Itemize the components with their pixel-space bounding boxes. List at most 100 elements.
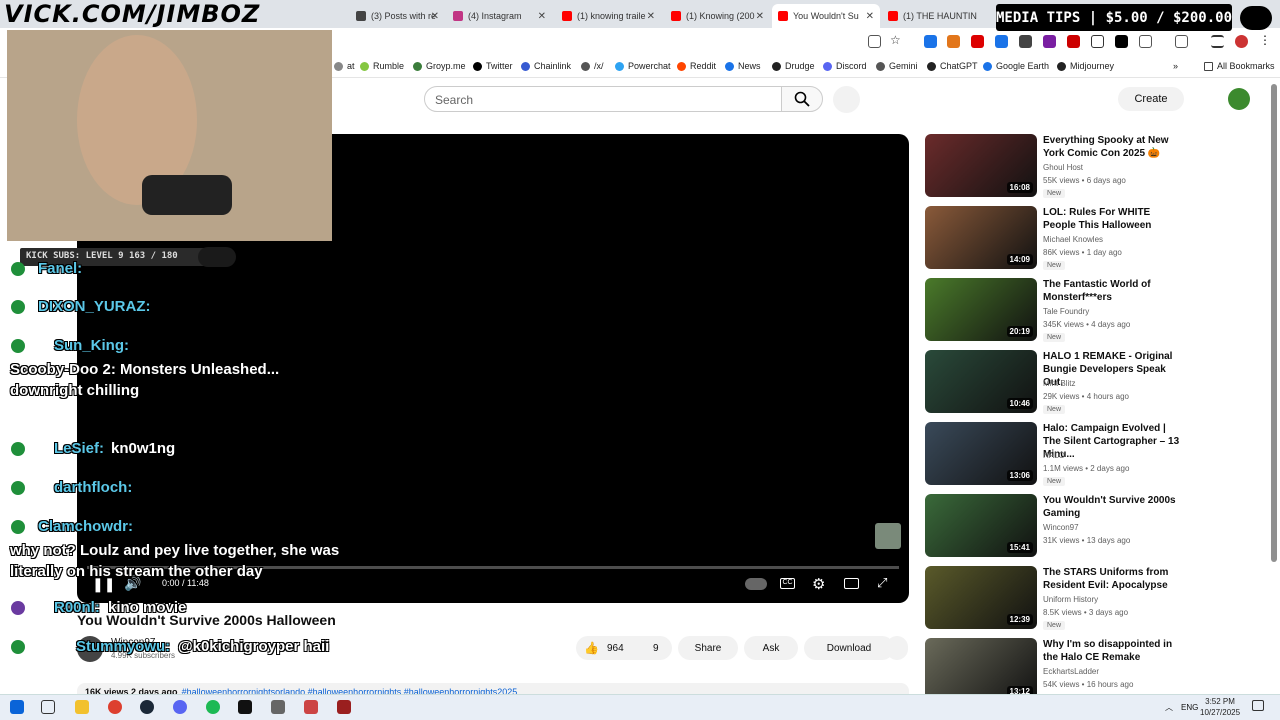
recommended-video[interactable]: 20:19 The Fantastic World of Monsterf***… bbox=[925, 278, 1185, 342]
video-thumbnail[interactable]: 13:12 bbox=[925, 638, 1037, 701]
extension-icon[interactable] bbox=[924, 35, 937, 48]
bookmark-13[interactable]: Google Earth bbox=[983, 61, 1049, 71]
adblock-icon[interactable] bbox=[971, 35, 984, 48]
close-tab-icon[interactable]: ✕ bbox=[538, 11, 546, 22]
share-button[interactable]: Share bbox=[678, 636, 738, 660]
metamask-icon[interactable] bbox=[947, 35, 960, 48]
close-tab-icon[interactable]: ✕ bbox=[866, 11, 874, 22]
bookmark-7[interactable]: Reddit bbox=[677, 61, 716, 71]
scrollbar[interactable] bbox=[1271, 84, 1277, 562]
start-icon[interactable] bbox=[10, 700, 24, 714]
terminal-icon[interactable] bbox=[238, 700, 252, 714]
all-bookmarks[interactable]: All Bookmarks bbox=[1204, 61, 1275, 71]
create-button[interactable]: Create bbox=[1118, 87, 1184, 111]
system-clock[interactable]: 3:52 PM 10/27/2025 bbox=[1200, 696, 1240, 718]
bookmark-11[interactable]: Gemini bbox=[876, 61, 918, 71]
extension-icon[interactable] bbox=[995, 35, 1008, 48]
ask-button[interactable]: Ask bbox=[744, 636, 798, 660]
close-tab-icon[interactable]: ✕ bbox=[431, 11, 439, 22]
tab-knowing-trailer[interactable]: (1) knowing traile ✕ bbox=[556, 4, 661, 28]
bookmark-6[interactable]: Powerchat bbox=[615, 61, 671, 71]
tray-chevron-icon[interactable]: ︿ bbox=[1165, 702, 1173, 713]
video-thumbnail[interactable]: 14:09 bbox=[925, 206, 1037, 269]
recommended-channel[interactable]: Tale Foundry bbox=[1043, 307, 1089, 316]
bookmark-2[interactable]: Groyp.me bbox=[413, 61, 466, 71]
recommended-video[interactable]: 12:39 The STARS Uniforms from Resident E… bbox=[925, 566, 1185, 630]
sidepanel-icon[interactable] bbox=[1175, 35, 1188, 48]
video-thumbnail[interactable]: 15:41 bbox=[925, 494, 1037, 557]
tab-haunting[interactable]: (1) THE HAUNTIN bbox=[882, 4, 987, 28]
more-bookmarks-icon[interactable]: » bbox=[1173, 61, 1178, 71]
video-thumbnail[interactable]: 10:46 bbox=[925, 350, 1037, 413]
recommended-video[interactable]: 10:46 HALO 1 REMAKE - Original Bungie De… bbox=[925, 350, 1185, 414]
recommended-video[interactable]: 13:06 Halo: Campaign Evolved | The Silen… bbox=[925, 422, 1185, 486]
recommended-channel[interactable]: Mint Blitz bbox=[1043, 379, 1075, 388]
tab-active-video[interactable]: You Wouldn't Su ✕ bbox=[772, 4, 880, 28]
bookmark-3[interactable]: Twitter bbox=[473, 61, 513, 71]
voice-search-button[interactable] bbox=[833, 86, 860, 113]
spotify-icon[interactable] bbox=[206, 700, 220, 714]
video-thumbnail[interactable]: 20:19 bbox=[925, 278, 1037, 341]
extension-icon[interactable] bbox=[1091, 35, 1104, 48]
tab-posts[interactable]: (3) Posts with re ✕ bbox=[350, 4, 445, 28]
recommended-channel[interactable]: Michael Knowles bbox=[1043, 235, 1103, 244]
more-actions-button[interactable] bbox=[886, 636, 908, 660]
recommended-title[interactable]: You Wouldn't Survive 2000s Gaming bbox=[1043, 494, 1183, 520]
profile-icon[interactable] bbox=[1235, 35, 1248, 48]
app-icon[interactable] bbox=[271, 700, 285, 714]
bookmark-1[interactable]: Rumble bbox=[360, 61, 404, 71]
recommended-title[interactable]: Why I'm so disappointed in the Halo CE R… bbox=[1043, 638, 1183, 664]
bookmark-8[interactable]: News bbox=[725, 61, 761, 71]
x-icon[interactable] bbox=[1115, 35, 1128, 48]
close-tab-icon[interactable]: ✕ bbox=[756, 11, 764, 22]
fullscreen-icon[interactable]: ⤢ bbox=[877, 575, 887, 591]
recommended-title[interactable]: Everything Spooky at New York Comic Con … bbox=[1043, 134, 1183, 160]
search-button[interactable] bbox=[781, 86, 823, 112]
puzzle-icon[interactable] bbox=[1139, 35, 1152, 48]
recommended-channel[interactable]: HALO bbox=[1043, 451, 1065, 460]
notifications-icon[interactable] bbox=[1252, 700, 1264, 711]
bookmark-0[interactable]: at bbox=[334, 61, 355, 71]
download-button[interactable]: Download bbox=[804, 636, 894, 660]
recommended-video[interactable]: 16:08 Everything Spooky at New York Comi… bbox=[925, 134, 1185, 198]
recommended-channel[interactable]: Ghoul Host bbox=[1043, 163, 1083, 172]
avatar[interactable] bbox=[1228, 88, 1250, 110]
recommended-title[interactable]: LOL: Rules For WHITE People This Hallowe… bbox=[1043, 206, 1183, 232]
recommended-channel[interactable]: Wincon97 bbox=[1043, 523, 1079, 532]
bookmark-star-icon[interactable]: ☆ bbox=[890, 33, 903, 47]
bookmark-4[interactable]: Chainlink bbox=[521, 61, 571, 71]
app-icon[interactable] bbox=[304, 700, 318, 714]
dislike-count[interactable]: 9 bbox=[653, 643, 659, 654]
chrome-icon[interactable] bbox=[108, 700, 122, 714]
discord-icon[interactable] bbox=[173, 700, 187, 714]
extension-icon[interactable] bbox=[1043, 35, 1056, 48]
bookmark-9[interactable]: Drudge bbox=[772, 61, 815, 71]
extension-icon[interactable] bbox=[1019, 35, 1032, 48]
video-thumbnail[interactable]: 12:39 bbox=[925, 566, 1037, 629]
language-indicator[interactable]: ENG bbox=[1181, 703, 1198, 712]
bookmark-14[interactable]: Midjourney bbox=[1057, 61, 1114, 71]
extension-icon[interactable] bbox=[1067, 35, 1080, 48]
channel-watermark[interactable] bbox=[875, 523, 901, 549]
bookmark-10[interactable]: Discord bbox=[823, 61, 867, 71]
tab-instagram[interactable]: (4) Instagram ✕ bbox=[447, 4, 552, 28]
recommended-video[interactable]: 14:09 LOL: Rules For WHITE People This H… bbox=[925, 206, 1185, 270]
app-icon[interactable] bbox=[337, 700, 351, 714]
recommended-video[interactable]: 13:12 Why I'm so disappointed in the Hal… bbox=[925, 638, 1185, 702]
autoplay-toggle[interactable] bbox=[745, 578, 767, 590]
more-options-icon[interactable]: ⋮ bbox=[1259, 33, 1272, 47]
tab-knowing[interactable]: (1) Knowing (200 ✕ bbox=[665, 4, 770, 28]
recommended-title[interactable]: The Fantastic World of Monsterf***ers bbox=[1043, 278, 1183, 304]
like-button[interactable]: 👍 964 9 bbox=[576, 636, 672, 660]
captions-icon[interactable]: CC bbox=[780, 578, 795, 589]
recommended-video[interactable]: 15:41 You Wouldn't Survive 2000s Gaming … bbox=[925, 494, 1185, 558]
recommended-title[interactable]: The STARS Uniforms from Resident Evil: A… bbox=[1043, 566, 1183, 592]
theater-mode-icon[interactable] bbox=[844, 578, 859, 589]
file-explorer-icon[interactable] bbox=[75, 700, 89, 714]
bookmark-12[interactable]: ChatGPT bbox=[927, 61, 978, 71]
search-input[interactable]: Search bbox=[424, 86, 782, 112]
steam-icon[interactable] bbox=[140, 700, 154, 714]
settings-icon[interactable]: ⚙ bbox=[812, 575, 825, 593]
video-thumbnail[interactable]: 13:06 bbox=[925, 422, 1037, 485]
cast-icon[interactable] bbox=[868, 35, 881, 48]
